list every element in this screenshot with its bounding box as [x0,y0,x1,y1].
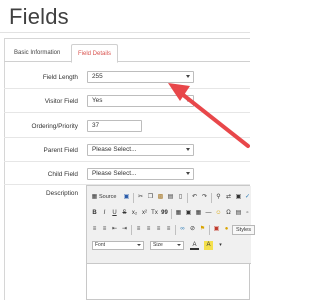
parent-field-value: Please Select... [92,146,137,153]
visitor-field-value: Yes [92,97,103,104]
child-field-value: Please Select... [92,170,137,177]
align-center-icon[interactable]: ≡ [144,225,153,234]
toolbar-separator [133,193,134,203]
special-char-icon[interactable]: Ω [224,209,233,218]
copy-icon[interactable]: ❐ [146,193,155,202]
size-dropdown[interactable]: Size [150,241,184,250]
visitor-field-label: Visitor Field [44,98,78,105]
iframe-icon[interactable]: ▫ [243,209,252,218]
visitor-field-select[interactable]: Yes [87,95,194,107]
show-blocks-icon[interactable]: ● [222,225,231,234]
toolbar-separator [131,225,132,235]
page-break-icon[interactable]: ▤ [234,209,243,218]
link-icon[interactable]: ∞ [178,225,187,234]
smiley-icon[interactable]: ☺ [214,209,223,218]
font-dropdown[interactable]: Font [92,241,144,250]
bold-button[interactable]: B [90,209,99,218]
table-icon[interactable]: ▦ [194,209,203,218]
parent-field-label: Parent Field [43,147,78,154]
cut-icon[interactable]: ✂ [136,193,145,202]
field-length-select[interactable]: 255 [87,71,194,83]
replace-icon[interactable]: ⇄ [224,193,233,202]
parent-field-select[interactable]: Please Select... [87,144,194,156]
undo-icon[interactable]: ↶ [190,193,199,202]
indent-icon[interactable]: ⇥ [120,225,129,234]
chevron-down-icon [177,244,181,246]
row-divider [4,88,250,89]
tab-field-details[interactable]: Field Details [71,44,119,63]
row-divider [4,137,250,138]
unlink-icon[interactable]: ⊘ [188,225,197,234]
subscript-button[interactable]: x₂ [130,209,139,218]
source-icon[interactable]: ▦ [90,193,99,202]
maximize-icon[interactable]: ▣ [212,225,221,234]
toolbar-separator [171,209,172,219]
toolbar-separator [175,225,176,235]
row-divider [4,112,250,113]
toolbar-row-2: B I U S x₂ x² Tx 99 ▦ ▣ ▦ — ☺ Ω ▤ ▫ [90,209,250,221]
field-length-label: Field Length [42,74,78,81]
styles-dropdown[interactable]: Styles [232,225,255,235]
save-icon[interactable]: ▣ [122,193,131,202]
toolbar-separator [209,225,210,235]
spellcheck-icon[interactable]: ✓ [243,193,252,202]
numbered-list-icon[interactable]: ≡ [90,225,99,234]
tab-bar: Basic Information Field Details [4,44,250,63]
title-divider [0,32,250,33]
ordering-priority-value: 37 [92,122,100,129]
remove-format-button[interactable]: Tx [150,209,159,218]
image-icon[interactable]: ▦ [174,209,183,218]
page-title: Fields [9,4,69,29]
bulleted-list-icon[interactable]: ≡ [100,225,109,234]
chevron-down-icon [137,244,141,246]
description-label: Description [46,190,78,197]
chevron-down-icon [186,99,190,102]
source-button[interactable]: Source [99,194,116,200]
underline-button[interactable]: U [110,209,119,218]
tab-basic-information[interactable]: Basic Information [8,44,66,63]
justify-icon[interactable]: ≡ [164,225,173,234]
toolbar-row-4: Font Size A A ▾ [90,241,250,253]
text-color-button[interactable]: A [190,241,199,250]
chevron-down-icon [186,75,190,78]
font-label: Font [95,242,106,248]
toolbar-row-3: ≡ ≡ ⇤ ⇥ ≡ ≡ ≡ ≡ ∞ ⊘ ⚑ ▣ ● Styles [90,225,255,237]
toolbar-separator [211,193,212,203]
superscript-button[interactable]: x² [140,209,149,218]
horizontal-rule-icon[interactable]: — [204,209,213,218]
child-field-label: Child Field [47,171,78,178]
description-editor[interactable]: ▦ Source ▣ ✂ ❐ ▩ ▤ ▯ ↶ ↷ ⚲ ⇄ ▣ ✓ B I U S… [86,185,255,300]
bg-color-chevron-icon[interactable]: ▾ [216,241,225,250]
flash-icon[interactable]: ▣ [184,209,193,218]
size-label: Size [153,242,163,248]
paste-icon[interactable]: ▩ [156,193,165,202]
editor-toolbar: ▦ Source ▣ ✂ ❐ ▩ ▤ ▯ ↶ ↷ ⚲ ⇄ ▣ ✓ B I U S… [87,186,255,264]
outdent-icon[interactable]: ⇤ [110,225,119,234]
align-right-icon[interactable]: ≡ [154,225,163,234]
anchor-icon[interactable]: ⚑ [198,225,207,234]
ordering-priority-input[interactable]: 37 [87,120,142,132]
italic-button[interactable]: I [100,209,109,218]
select-all-icon[interactable]: ▣ [234,193,243,202]
redo-icon[interactable]: ↷ [200,193,209,202]
field-length-value: 255 [92,73,103,80]
row-divider [4,161,250,162]
ordering-priority-label: Ordering/Priority [31,123,78,130]
find-icon[interactable]: ⚲ [214,193,223,202]
paste-word-icon[interactable]: ▯ [176,193,185,202]
toolbar-separator [187,193,188,203]
toolbar-row-1: ▦ Source ▣ ✂ ❐ ▩ ▤ ▯ ↶ ↷ ⚲ ⇄ ▣ ✓ [90,193,250,205]
chevron-down-icon [186,172,190,175]
background-color-button[interactable]: A [204,241,213,250]
strikethrough-button[interactable]: S [120,209,129,218]
paste-text-icon[interactable]: ▤ [166,193,175,202]
align-left-icon[interactable]: ≡ [134,225,143,234]
chevron-down-icon [186,148,190,151]
blockquote-button[interactable]: 99 [160,209,169,218]
child-field-select[interactable]: Please Select... [87,168,194,180]
